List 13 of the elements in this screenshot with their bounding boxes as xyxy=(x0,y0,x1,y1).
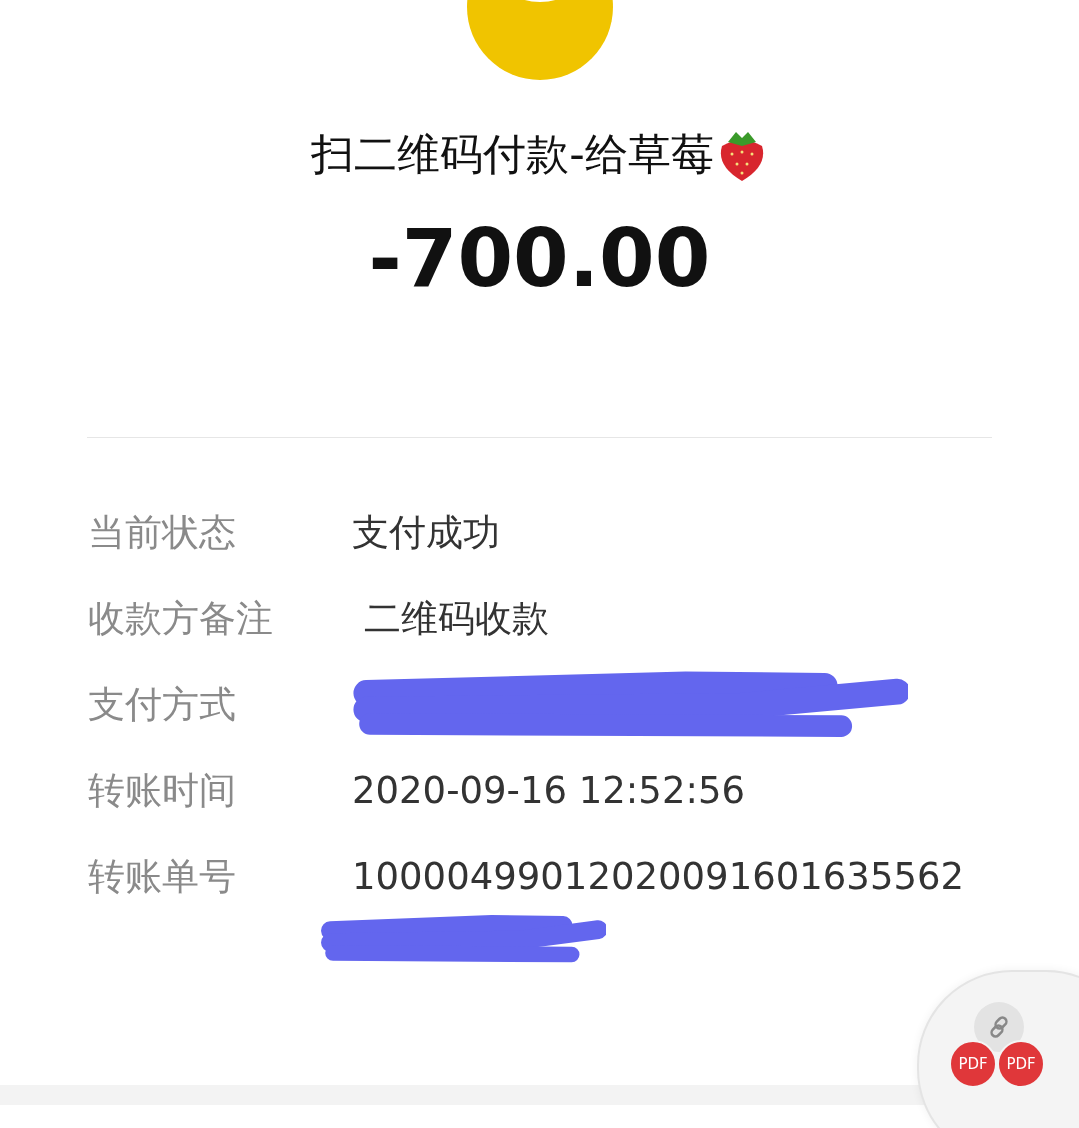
pdf-attachment[interactable]: PDF xyxy=(997,1040,1045,1088)
pdf-attachment[interactable]: PDF xyxy=(949,1040,997,1088)
detail-label: 支付方式 xyxy=(88,682,237,728)
detail-value: 10000499012020091601635562 xyxy=(352,854,966,900)
detail-value: 二维码收款 xyxy=(362,596,550,642)
detail-label: 转账时间 xyxy=(88,768,237,814)
amount: -700.00 xyxy=(367,214,712,304)
payment-title: 扫二维码付款-给草莓 xyxy=(311,128,714,181)
detail-label: 当前状态 xyxy=(88,510,237,556)
detail-value: 支付成功 xyxy=(352,510,501,556)
detail-label: 收款方备注 xyxy=(88,596,274,642)
detail-value: 2020-09-16 12:52:56 xyxy=(352,768,746,814)
detail-label: 转账单号 xyxy=(88,854,237,900)
